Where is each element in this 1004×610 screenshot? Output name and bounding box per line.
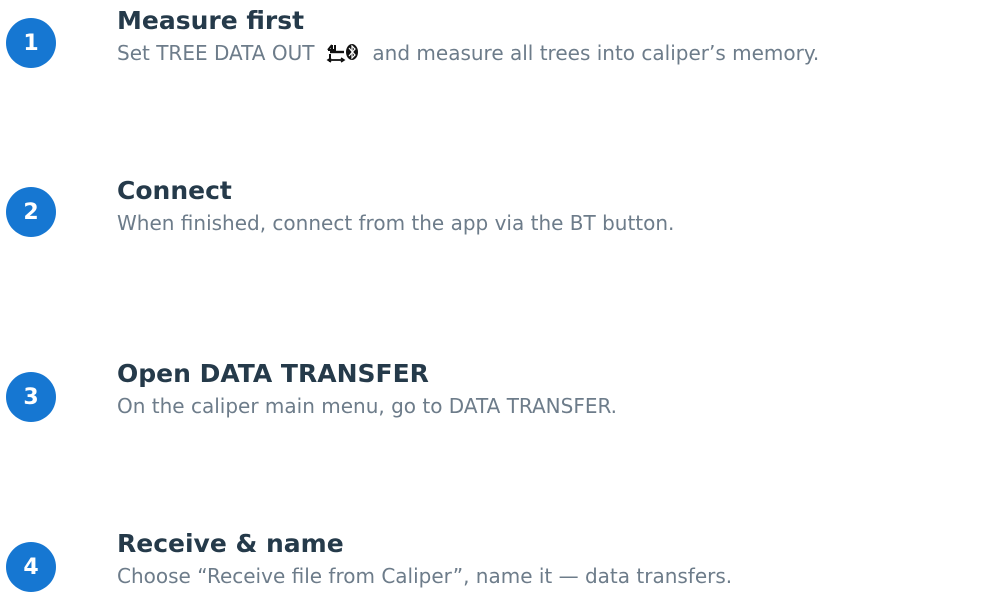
step-number-badge: 4 (6, 542, 56, 592)
step-number-badge: 2 (6, 187, 56, 237)
step-title: Open DATA TRANSFER (117, 359, 429, 388)
step-title: Connect (117, 176, 232, 205)
step-3: 3 Open DATA TRANSFER On the caliper main… (0, 357, 1004, 437)
step-4: 4 Receive & name Choose “Receive file fr… (0, 527, 1004, 607)
step-description: When finished, connect from the app via … (117, 211, 675, 235)
step-description: Choose “Receive file from Caliper”, name… (117, 564, 733, 588)
step-number-badge: 1 (6, 18, 56, 68)
tree-data-out-bluetooth-icon (326, 44, 359, 63)
step-1: 1 Measure first Set TREE DATA OUT and me… (0, 4, 1004, 84)
step-description-text: Set TREE DATA OUT (117, 41, 315, 65)
step-description: Set TREE DATA OUT and measure all trees … (117, 38, 819, 68)
step-description-text: and measure all trees into caliper’s mem… (372, 41, 820, 65)
step-2: 2 Connect When finished, connect from th… (0, 174, 1004, 254)
step-number-badge: 3 (6, 372, 56, 422)
step-description: On the caliper main menu, go to DATA TRA… (117, 394, 618, 418)
step-title: Receive & name (117, 529, 344, 558)
step-title: Measure first (117, 6, 305, 35)
